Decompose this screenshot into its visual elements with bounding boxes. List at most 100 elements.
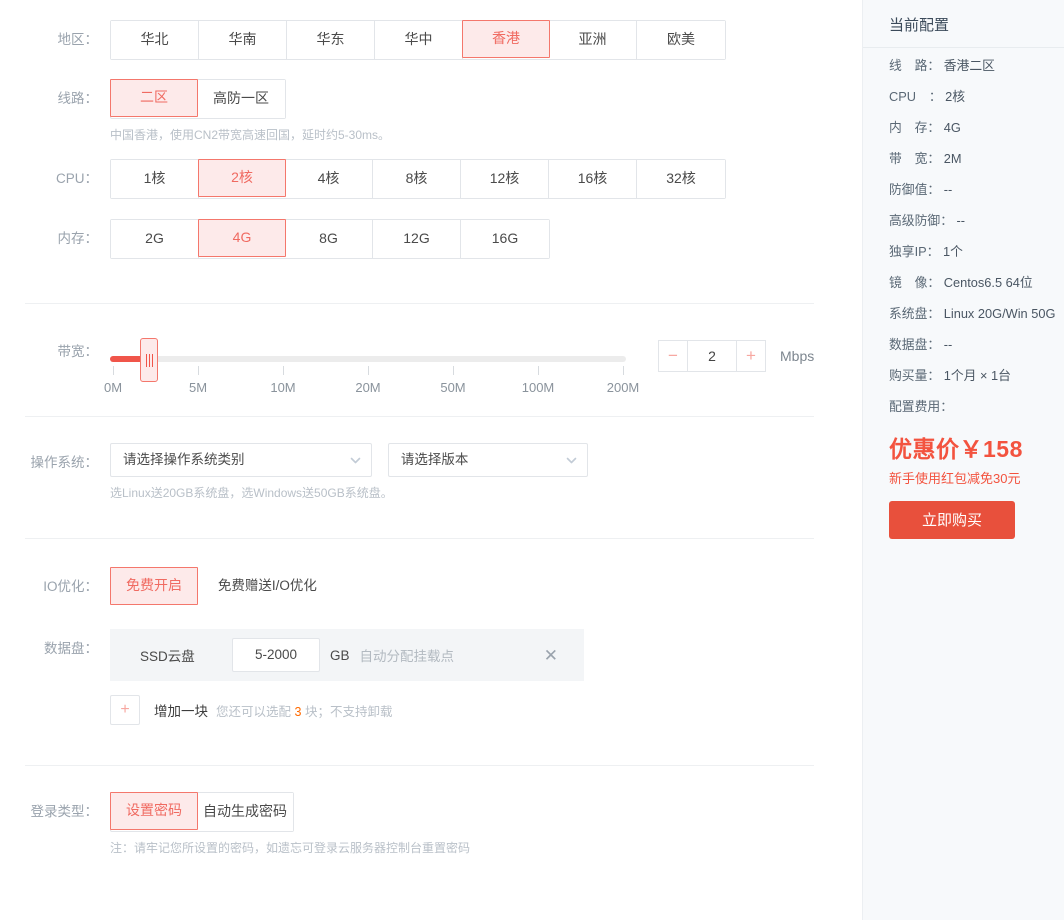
region-label: 地区： <box>57 32 99 47</box>
summary-item-value: 2M <box>940 151 962 166</box>
bandwidth-increase-button[interactable]: + <box>736 340 766 372</box>
row-cpu: CPU： 1核 2核 4核 8核 12核 16核 32核 <box>0 159 862 199</box>
slider-tick-label-4: 50M <box>440 380 466 395</box>
summary-item-key: 高级防御： <box>889 213 953 228</box>
summary-item-10: 购买量： 1个月 × 1台 <box>889 368 1048 384</box>
region-option-2[interactable]: 华东 <box>287 21 375 59</box>
cpu-option-3[interactable]: 8核 <box>373 160 461 198</box>
add-disk-label[interactable]: 增加一块 <box>154 700 208 720</box>
slider-tick-6 <box>623 366 624 375</box>
slider-track[interactable] <box>110 356 626 362</box>
bandwidth-value[interactable]: 2 <box>688 340 736 372</box>
region-option-6[interactable]: 欧美 <box>637 21 725 59</box>
region-option-5[interactable]: 亚洲 <box>549 21 637 59</box>
row-disk: 数据盘： SSD云盘 5-2000 GB 自动分配挂载点 ✕ + 增加一块 您还… <box>0 629 862 725</box>
line-option-0[interactable]: 二区 <box>110 79 198 117</box>
close-icon[interactable]: ✕ <box>544 647 558 664</box>
summary-item-value: 香港二区 <box>940 58 995 73</box>
disk-type[interactable]: SSD云盘 <box>140 645 232 665</box>
memory-option-4[interactable]: 16G <box>461 220 549 258</box>
io-option-0[interactable]: 免费开启 <box>110 567 198 605</box>
os-category-value: 请选择操作系统类别 <box>123 452 245 467</box>
bandwidth-unit: Mbps <box>780 348 815 364</box>
plus-icon[interactable]: + <box>110 695 140 725</box>
cpu-option-4[interactable]: 12核 <box>461 160 549 198</box>
bandwidth-stepper: − 2 + Mbps <box>658 340 814 372</box>
summary-item-1: CPU ： 2核 <box>889 89 1048 105</box>
summary-item-11: 配置费用： <box>889 399 1048 415</box>
summary-item-value: Centos6.5 64位 <box>940 275 1033 290</box>
os-label: 操作系统： <box>30 455 99 470</box>
slider-tick-label-3: 20M <box>355 380 381 395</box>
row-os: 操作系统： 请选择操作系统类别 请选择版本 选Linux送20GB系统盘，选Wi… <box>0 443 862 501</box>
summary-title: 当前配置 <box>889 17 950 34</box>
login-option-1[interactable]: 自动生成密码 <box>197 793 293 831</box>
login-option-0[interactable]: 设置密码 <box>110 792 198 830</box>
buy-now-button[interactable]: 立即购买 <box>889 501 1015 539</box>
summary-list: 线 路： 香港二区 CPU ： 2核内 存： 4G 带 宽： 2M 防御值： -- 高级… <box>889 58 1055 415</box>
summary-item-key: 内 存： <box>889 120 941 135</box>
summary-item-7: 镜 像： Centos6.5 64位 <box>889 275 1048 291</box>
chevron-down-icon <box>566 455 577 466</box>
summary-item-value: 2核 <box>941 89 966 104</box>
add-disk-hint: 您还可以选配 3 块；不支持卸载 <box>216 704 393 719</box>
cpu-label: CPU： <box>55 171 98 186</box>
summary-item-key: 带 宽： <box>889 151 941 166</box>
cloud-server-purchase-page: 地区： 华北 华南 华东 华中 香港 亚洲 欧美 线路： 二区 高防一区 中国香港，使用CN2… <box>0 0 1064 920</box>
summary-item-key: 独享IP： <box>889 244 940 259</box>
line-label: 线路： <box>57 91 99 106</box>
memory-option-0[interactable]: 2G <box>111 220 199 258</box>
slider-handle[interactable] <box>140 338 158 382</box>
disk-unit: GB <box>330 647 350 663</box>
region-option-1[interactable]: 华南 <box>199 21 287 59</box>
line-option-1[interactable]: 高防一区 <box>197 80 285 118</box>
row-memory: 内存： 2G 4G 8G 12G 16G <box>0 219 862 259</box>
os-version-value: 请选择版本 <box>400 452 469 467</box>
bandwidth-decrease-button[interactable]: − <box>658 340 688 372</box>
memory-option-3[interactable]: 12G <box>373 220 461 258</box>
summary-item-6: 独享IP： 1个 <box>889 244 1048 260</box>
summary-item-key: 线 路： <box>889 58 941 73</box>
summary-item-4: 防御值： -- <box>889 182 1048 198</box>
memory-option-1[interactable]: 4G <box>198 219 286 257</box>
disk-label: 数据盘： <box>44 641 98 656</box>
summary-item-0: 线 路： 香港二区 <box>889 58 1048 74</box>
price-subtext: 新手使用红包减免30元 <box>889 471 1021 486</box>
region-option-0[interactable]: 华北 <box>111 21 199 59</box>
summary-item-5: 高级防御： -- <box>889 213 1048 229</box>
divider-4 <box>25 765 814 766</box>
os-category-select[interactable]: 请选择操作系统类别 <box>110 443 372 477</box>
row-bandwidth: 带宽： 0M 5M 10M 20M 50M 100M 200M − 2 + Mb… <box>0 332 862 398</box>
cpu-option-6[interactable]: 32核 <box>637 160 725 198</box>
summary-item-9: 数据盘： -- <box>889 337 1048 353</box>
line-hint: 中国香港，使用CN2带宽高速回国，延时约5-30ms。 <box>110 128 391 142</box>
cpu-option-0[interactable]: 1核 <box>111 160 199 198</box>
row-login: 登录类型： 设置密码 自动生成密码 注：请牢记您所设置的密码，如遗忘可登录云服务器… <box>0 792 862 856</box>
os-version-select[interactable]: 请选择版本 <box>387 443 588 477</box>
slider-tick-label-1: 5M <box>188 380 208 395</box>
io-label: IO优化： <box>43 579 98 594</box>
cpu-option-5[interactable]: 16核 <box>549 160 637 198</box>
slider-tick-label-5: 100M <box>521 380 555 395</box>
summary-item-key: 防御值： <box>889 182 941 197</box>
bandwidth-slider[interactable]: 0M 5M 10M 20M 50M 100M 200M <box>104 338 639 398</box>
login-options: 设置密码 自动生成密码 <box>110 792 294 832</box>
disk-size-input[interactable]: 5-2000 <box>232 638 320 672</box>
bandwidth-label: 带宽： <box>57 344 99 359</box>
slider-tick-label-6: 200M <box>606 380 640 395</box>
disk-entry: SSD云盘 5-2000 GB 自动分配挂载点 ✕ <box>110 629 584 681</box>
cpu-option-2[interactable]: 4核 <box>285 160 373 198</box>
region-option-4[interactable]: 香港 <box>462 20 550 58</box>
divider-2 <box>25 416 814 417</box>
login-label: 登录类型： <box>30 804 99 819</box>
row-io: IO优化： 免费开启 免费赠送I/O优化 <box>0 567 862 607</box>
memory-options: 2G 4G 8G 12G 16G <box>110 219 550 259</box>
memory-option-2[interactable]: 8G <box>285 220 373 258</box>
price-display: 优惠价￥158 <box>889 436 1023 462</box>
summary-item-8: 系统盘： Linux 20G/Win 50G <box>889 306 1055 322</box>
chevron-down-icon <box>350 455 361 466</box>
region-option-3[interactable]: 华中 <box>375 21 463 59</box>
summary-item-key: 配置费用： <box>889 399 953 414</box>
summary-item-2: 内 存： 4G <box>889 120 1048 136</box>
cpu-option-1[interactable]: 2核 <box>198 159 286 197</box>
